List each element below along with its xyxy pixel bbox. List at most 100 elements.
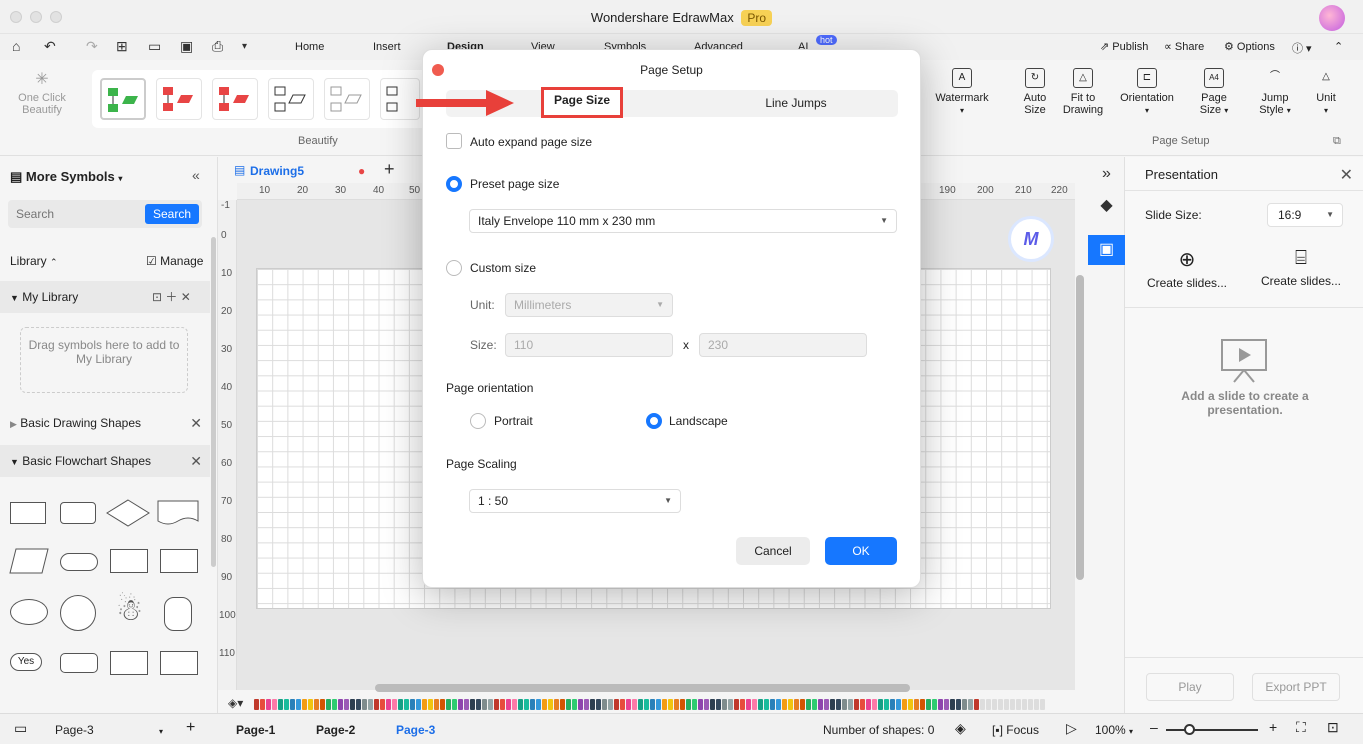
color-swatch[interactable] [284, 699, 289, 710]
color-swatch[interactable] [524, 699, 529, 710]
color-swatch[interactable] [896, 699, 901, 710]
close-category-icon[interactable]: ✕ [190, 407, 202, 439]
color-swatch[interactable] [518, 699, 523, 710]
symbol-search-input[interactable] [8, 200, 138, 228]
color-swatch[interactable] [866, 699, 871, 710]
preset-size-radio[interactable] [446, 176, 462, 192]
color-swatch[interactable] [752, 699, 757, 710]
color-swatch[interactable] [812, 699, 817, 710]
color-swatch[interactable] [536, 699, 541, 710]
color-swatch[interactable] [320, 699, 325, 710]
database-shape[interactable] [60, 653, 98, 673]
play-button[interactable]: Play [1146, 673, 1234, 701]
color-swatch[interactable] [1034, 699, 1039, 710]
color-swatch[interactable] [998, 699, 1003, 710]
document-tab-drawing5[interactable]: Drawing5 [250, 164, 304, 178]
my-library-row[interactable]: ▼ My Library ⊡ ＋ ✕ [0, 281, 210, 313]
color-swatch[interactable] [266, 699, 271, 710]
terminator-shape[interactable] [60, 553, 98, 571]
library-actions[interactable]: ⊡ ＋ ✕ [152, 281, 191, 313]
create-slides-button-2[interactable]: ⌸ Create slides... [1251, 247, 1351, 288]
color-swatch[interactable] [974, 699, 979, 710]
home-icon[interactable]: ⌂ [12, 38, 20, 54]
color-swatch[interactable] [356, 699, 361, 710]
tab-page-size[interactable]: Page Size [541, 87, 623, 118]
zoom-in-button[interactable]: + [1269, 719, 1277, 735]
color-swatch[interactable] [428, 699, 433, 710]
color-swatch[interactable] [836, 699, 841, 710]
color-swatch[interactable] [542, 699, 547, 710]
color-swatch[interactable] [704, 699, 709, 710]
color-swatch[interactable] [416, 699, 421, 710]
slide-size-select[interactable]: 16:9 ▼ [1267, 203, 1343, 227]
decision-shape[interactable] [106, 499, 150, 527]
color-swatch[interactable] [368, 699, 373, 710]
redo-icon[interactable]: ↷ [86, 38, 98, 55]
color-swatch[interactable] [908, 699, 913, 710]
style-option-1[interactable] [100, 78, 146, 120]
color-swatch[interactable] [824, 699, 829, 710]
color-swatch[interactable] [740, 699, 745, 710]
color-swatch[interactable] [494, 699, 499, 710]
style-option-4[interactable] [268, 78, 314, 120]
color-swatch[interactable] [338, 699, 343, 710]
color-swatch[interactable] [512, 699, 517, 710]
color-swatch[interactable] [686, 699, 691, 710]
color-swatch[interactable] [860, 699, 865, 710]
color-swatch[interactable] [500, 699, 505, 710]
color-swatch[interactable] [482, 699, 487, 710]
undo-icon[interactable]: ↶ [44, 38, 56, 55]
ok-button[interactable]: OK [825, 537, 897, 565]
color-swatch[interactable] [386, 699, 391, 710]
color-swatch[interactable] [566, 699, 571, 710]
color-swatch[interactable] [476, 699, 481, 710]
color-swatch[interactable] [956, 699, 961, 710]
color-swatch[interactable] [374, 699, 379, 710]
options-button[interactable]: ⚙ Options [1224, 40, 1275, 53]
document-shape[interactable] [156, 499, 200, 527]
menu-home[interactable]: Home [295, 41, 324, 53]
color-swatch[interactable] [278, 699, 283, 710]
color-swatch[interactable] [764, 699, 769, 710]
color-swatch[interactable] [410, 699, 415, 710]
color-swatch[interactable] [422, 699, 427, 710]
color-swatch[interactable] [632, 699, 637, 710]
auto-expand-checkbox[interactable] [446, 133, 462, 149]
color-swatch[interactable] [944, 699, 949, 710]
color-swatch[interactable] [776, 699, 781, 710]
menu-insert[interactable]: Insert [373, 41, 401, 53]
color-swatch[interactable] [650, 699, 655, 710]
zoom-slider-handle[interactable] [1184, 724, 1195, 735]
color-swatch[interactable] [254, 699, 259, 710]
fit-to-drawing-button[interactable]: △ Fit to Drawing [1053, 68, 1113, 116]
library-row[interactable]: Library ⌃ ☑ Manage [0, 245, 210, 277]
zoom-out-button[interactable]: – [1150, 719, 1158, 735]
color-swatch[interactable] [806, 699, 811, 710]
expand-panel-icon[interactable]: » [1088, 159, 1125, 189]
collapse-ribbon-icon[interactable]: ⌃ [1334, 40, 1343, 53]
color-swatch[interactable] [662, 699, 667, 710]
color-swatch[interactable] [344, 699, 349, 710]
panel-scrollbar[interactable] [211, 237, 216, 567]
print-icon[interactable]: ⎙ [212, 38, 223, 55]
color-swatch[interactable] [656, 699, 661, 710]
color-swatch[interactable] [902, 699, 907, 710]
color-swatch[interactable] [452, 699, 457, 710]
color-swatch[interactable] [644, 699, 649, 710]
page-tab-2[interactable]: Page-2 [316, 723, 355, 737]
color-swatch[interactable] [380, 699, 385, 710]
color-swatch[interactable] [260, 699, 265, 710]
color-swatch[interactable] [770, 699, 775, 710]
color-swatch[interactable] [614, 699, 619, 710]
style-option-3[interactable] [212, 78, 258, 120]
color-swatch[interactable] [440, 699, 445, 710]
color-swatch[interactable] [458, 699, 463, 710]
save-icon[interactable]: ▣ [180, 38, 193, 55]
color-swatch[interactable] [818, 699, 823, 710]
color-swatch[interactable] [602, 699, 607, 710]
ellipse-shape[interactable] [10, 599, 48, 625]
publish-button[interactable]: ⇗ Publish [1100, 40, 1148, 53]
zoom-slider[interactable] [1166, 724, 1258, 735]
color-swatch[interactable] [1040, 699, 1045, 710]
color-swatch[interactable] [314, 699, 319, 710]
